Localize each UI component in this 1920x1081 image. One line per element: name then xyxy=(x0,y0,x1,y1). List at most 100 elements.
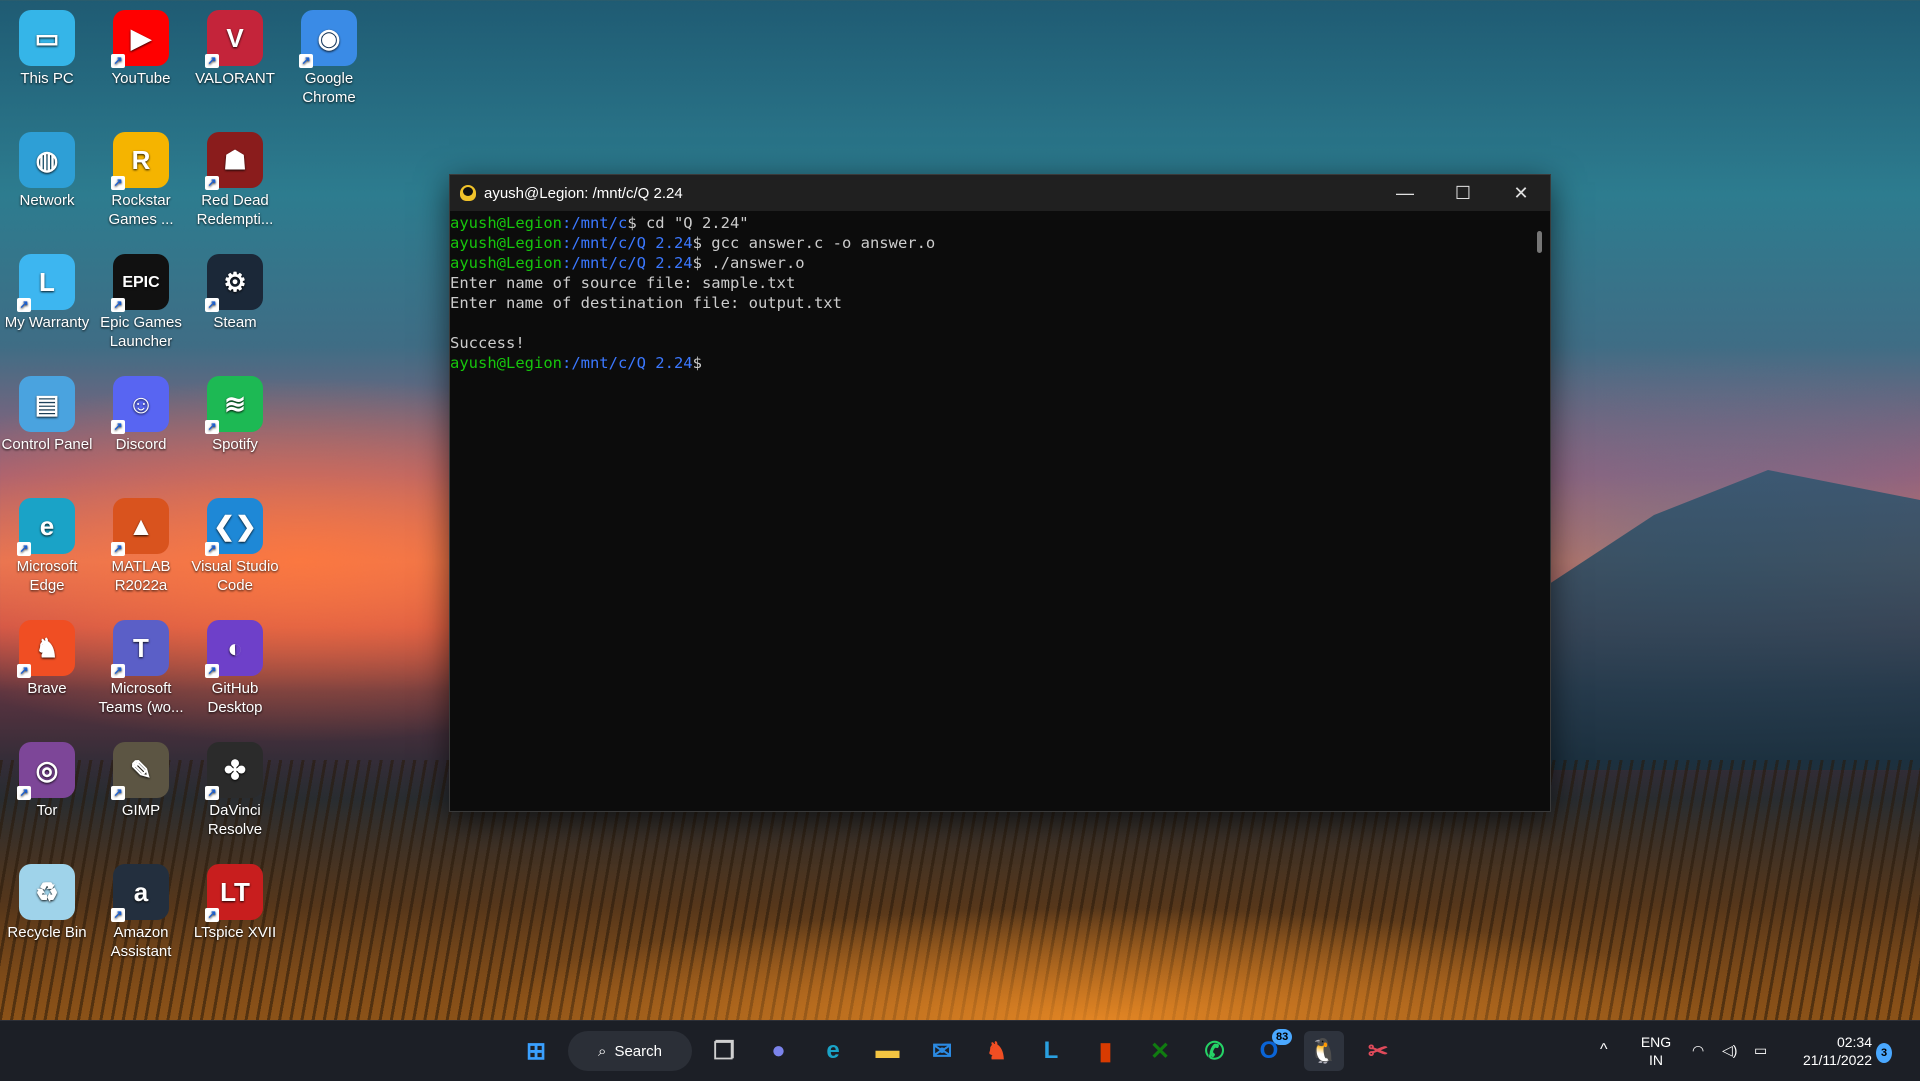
shortcut-arrow-icon: ↗ xyxy=(111,176,125,190)
wifi-icon[interactable]: ◠ xyxy=(1692,1041,1704,1059)
desktop-icon-spotify[interactable]: ≋ ↗ Spotify xyxy=(188,370,282,454)
shortcut-arrow-icon: ↗ xyxy=(111,298,125,312)
monitor-icon: ▭ xyxy=(19,10,75,66)
desktop-icon-steam[interactable]: ⚙ ↗ Steam xyxy=(188,248,282,332)
desktop-icon-label: VALORANT xyxy=(195,70,275,87)
network-icon: ◍ xyxy=(19,132,75,188)
terminal-line: Enter name of source file: sample.txt xyxy=(450,273,1530,293)
desktop-icon-label: Control Panel xyxy=(1,436,93,453)
desktop-icon-davinci[interactable]: ✤ ↗ DaVinci Resolve xyxy=(188,736,282,839)
desktop-icon-rockstar[interactable]: R ↗ Rockstar Games ... xyxy=(94,126,188,229)
desktop-icon-label: Steam xyxy=(213,314,257,331)
office-icon: ▮ xyxy=(1098,1037,1113,1065)
folder-icon: ▬ xyxy=(875,1037,900,1064)
xbox-taskbar[interactable]: ✕ xyxy=(1140,1031,1180,1071)
whatsapp-taskbar[interactable]: ✆ xyxy=(1195,1031,1235,1071)
line-text: Enter name of destination file: output.t… xyxy=(450,294,842,312)
chevron-up-icon[interactable]: ^ xyxy=(1600,1041,1608,1059)
wsl-terminal-taskbar[interactable]: 🐧 xyxy=(1303,1031,1344,1071)
desktop-icon-label: DaVinci Resolve xyxy=(207,802,263,838)
shortcut-arrow-icon: ↗ xyxy=(205,298,219,312)
notification-badge[interactable]: 3 xyxy=(1876,1043,1892,1063)
shortcut-arrow-icon: ↗ xyxy=(205,420,219,434)
terminal-output[interactable]: ayush@Legion:/mnt/c$ cd "Q 2.24" ayush@Le… xyxy=(450,213,1530,811)
shortcut-arrow-icon: ↗ xyxy=(111,420,125,434)
prompt-path: :/mnt/c/Q 2.24 xyxy=(561,254,693,272)
desktop-icon-teams[interactable]: T ↗ Microsoft Teams (wo... xyxy=(94,614,188,717)
snipping-icon: ✂ xyxy=(1367,1037,1389,1065)
clock[interactable]: 02:34 21/11/2022 xyxy=(1790,1033,1872,1069)
desktop-icon-valorant[interactable]: V ↗ VALORANT xyxy=(188,4,282,88)
shortcut-arrow-icon: ↗ xyxy=(205,664,219,678)
windows-icon: ⊞ xyxy=(525,1037,547,1065)
terminal-window[interactable]: ayush@Legion: /mnt/c/Q 2.24 — ☐ ✕ ayush@… xyxy=(449,174,1551,812)
wallpaper-hill xyxy=(1540,470,1920,770)
start-button[interactable]: ⊞ xyxy=(516,1031,556,1071)
edge-icon: e ↗ xyxy=(17,498,75,556)
desktop-icon-label: Google Chrome xyxy=(302,70,356,106)
matlab-icon: ▲ ↗ xyxy=(111,498,169,556)
search-button[interactable]: ⌕ Search xyxy=(568,1031,692,1071)
shortcut-arrow-icon: ↗ xyxy=(111,908,125,922)
terminal-scrollbar[interactable] xyxy=(1537,231,1542,253)
desktop-icon-amazon[interactable]: a ↗ Amazon Assistant xyxy=(94,858,188,961)
desktop-icon-vscode[interactable]: ❮❯ ↗ Visual Studio Code xyxy=(188,492,282,595)
edge-taskbar[interactable]: e xyxy=(813,1031,853,1071)
prompt-path: :/mnt/c xyxy=(561,214,628,232)
desktop-icon-label: Red Dead Redempti... xyxy=(196,192,274,228)
desktop-icon-gimp[interactable]: ✎ ↗ GIMP xyxy=(94,736,188,820)
shortcut-arrow-icon: ↗ xyxy=(205,176,219,190)
desktop-icon-label: Epic Games Launcher xyxy=(100,314,182,350)
lenovo-vantage-taskbar[interactable]: L xyxy=(1031,1031,1071,1071)
desktop-icon-network[interactable]: ◍ Network xyxy=(0,126,94,210)
mail-taskbar[interactable]: ✉ xyxy=(922,1031,962,1071)
tux-icon: 🐧 xyxy=(1308,1037,1339,1065)
desktop-icon-ltspice[interactable]: LT ↗ LTspice XVII xyxy=(188,858,282,942)
volume-icon[interactable]: ◁) xyxy=(1722,1041,1737,1059)
office-taskbar[interactable]: ▮ xyxy=(1086,1031,1126,1071)
battery-icon[interactable]: ▭ xyxy=(1754,1041,1767,1059)
line-text: Success! xyxy=(450,334,525,352)
language-code: ENG xyxy=(1640,1034,1672,1050)
github-icon: ◐ ↗ xyxy=(205,620,263,678)
desktop-icon-warranty[interactable]: L ↗ My Warranty xyxy=(0,248,94,332)
shortcut-arrow-icon: ↗ xyxy=(111,786,125,800)
steam-icon: ⚙ ↗ xyxy=(205,254,263,312)
close-button[interactable]: ✕ xyxy=(1492,175,1550,211)
brave-taskbar[interactable]: ♞ xyxy=(977,1031,1017,1071)
line-text xyxy=(450,314,459,332)
terminal-line: Success! xyxy=(450,333,1530,353)
snipping-tool-taskbar[interactable]: ✂ xyxy=(1358,1031,1398,1071)
minimize-button[interactable]: — xyxy=(1376,175,1434,211)
chat-button[interactable]: ● xyxy=(759,1031,799,1071)
maximize-button[interactable]: ☐ xyxy=(1434,175,1492,211)
desktop-icon-discord[interactable]: ☺ ↗ Discord xyxy=(94,370,188,454)
spotify-icon: ≋ ↗ xyxy=(205,376,263,434)
terminal-titlebar[interactable]: ayush@Legion: /mnt/c/Q 2.24 — ☐ ✕ xyxy=(450,175,1550,211)
prompt-user: ayush@Legion xyxy=(450,234,562,252)
desktop-icon-control-panel[interactable]: ▤ Control Panel xyxy=(0,370,94,454)
search-icon: ⌕ xyxy=(598,1042,607,1060)
desktop-icon-matlab[interactable]: ▲ ↗ MATLAB R2022a xyxy=(94,492,188,595)
desktop-icon-tor[interactable]: ◎ ↗ Tor xyxy=(0,736,94,820)
taskbar: ⌕ Search ⊞ ❐ ● e ▬ ✉ ♞ L ▮ ✕ ✆ O 🐧 ✂ 83 ^ ENG IN ◠ ◁)… xyxy=(0,1020,1920,1081)
language-indicator[interactable]: ENG IN xyxy=(1638,1033,1674,1069)
desktop-icon-github[interactable]: ◐ ↗ GitHub Desktop xyxy=(188,614,282,717)
file-explorer-taskbar[interactable]: ▬ xyxy=(868,1031,908,1071)
desktop-icon-recycle-bin[interactable]: ♻ Recycle Bin xyxy=(0,858,94,942)
brave-icon: ♞ xyxy=(985,1037,1008,1065)
terminal-line: Enter name of destination file: output.t… xyxy=(450,293,1530,313)
desktop-icon-youtube[interactable]: ▶ ↗ YouTube xyxy=(94,4,188,88)
desktop-icon-chrome[interactable]: ◉ ↗ Google Chrome xyxy=(282,4,376,107)
desktop-icon-epic-games[interactable]: EPIC ↗ Epic Games Launcher xyxy=(94,248,188,351)
desktop-icon-brave[interactable]: ♞ ↗ Brave xyxy=(0,614,94,698)
desktop-icon-red-dead[interactable]: ☗ ↗ Red Dead Redempti... xyxy=(188,126,282,229)
task-view-button[interactable]: ❐ xyxy=(704,1031,744,1071)
epic-games-icon: EPIC ↗ xyxy=(111,254,169,312)
desktop-icon-monitor[interactable]: ▭ This PC xyxy=(0,4,94,88)
desktop-icon-label: GIMP xyxy=(121,802,161,819)
tux-icon xyxy=(460,185,476,201)
red-dead-icon: ☗ ↗ xyxy=(205,132,263,190)
desktop-icon-label: MATLAB R2022a xyxy=(111,558,171,594)
desktop-icon-edge[interactable]: e ↗ Microsoft Edge xyxy=(0,492,94,595)
